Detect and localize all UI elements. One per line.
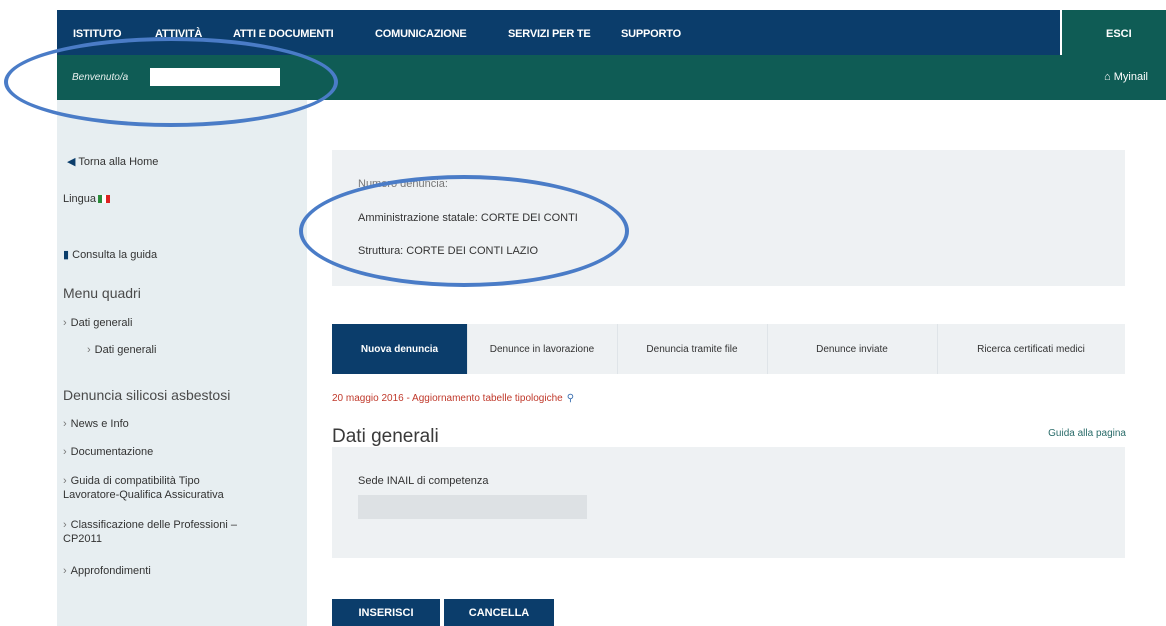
home-link-label: Torna alla Home [78,156,159,168]
inserisci-button[interactable]: INSERISCI [332,599,440,626]
nav-supporto[interactable]: SUPPORTO [621,28,681,40]
nav-istituto[interactable]: ISTITUTO [73,28,122,40]
sidebar-item-compatibilita[interactable]: › Guida di compatibilità Tipo Lavoratore-Q… [63,474,224,502]
sidebar-item-label: Guida di compatibilità Tipo [70,475,200,487]
sede-inail-field[interactable] [358,495,587,519]
tab-denuncia-tramite-file[interactable]: Denuncia tramite file [617,324,768,374]
section-heading-silicosi: Denuncia silicosi asbestosi [63,387,231,403]
dati-generali-form: Sede INAIL di competenza [332,447,1125,558]
chevron-right-icon: › [87,344,91,356]
lingua-label: Lingua [63,193,97,205]
sidebar-lingua[interactable]: Lingua [63,193,111,205]
nav-servizi-per-te[interactable]: SERVIZI PER TE [508,28,591,40]
tab-nuova-denuncia[interactable]: Nuova denuncia [332,324,468,374]
myinail-link[interactable]: ⌂ Myinail [1104,71,1148,83]
esci-label: ESCI [1106,28,1132,40]
sidebar-item-label: Dati generali [70,317,133,329]
page-title: Dati generali [332,426,439,447]
sidebar-item-approfondimenti[interactable]: › Approfondimenti [63,565,151,577]
chevron-right-icon: › [63,418,67,430]
italian-flag-icon [98,195,111,204]
cancella-button[interactable]: CANCELLA [444,599,554,626]
book-icon: ▮ [63,249,70,261]
sidebar: ◀ Torna alla Home Lingua ▮ Consulta la g… [57,100,307,626]
tab-ricerca-certificati[interactable]: Ricerca certificati medici [937,324,1125,374]
chevron-right-icon: › [63,519,67,531]
news-text: 20 maggio 2016 - Aggiornamento tabelle t… [332,393,563,404]
chevron-right-icon: › [63,475,67,487]
news-link[interactable]: 20 maggio 2016 - Aggiornamento tabelle t… [332,393,574,404]
guida-pagina-link[interactable]: Guida alla pagina [1048,428,1126,439]
back-arrow-icon: ◀ [67,156,76,168]
chevron-right-icon: › [63,565,67,577]
sidebar-item-label: Documentazione [70,446,154,458]
chevron-right-icon: › [63,446,67,458]
sidebar-item-label: Dati generali [94,344,157,356]
sidebar-item-documentazione[interactable]: › Documentazione [63,446,153,458]
tab-bar: Nuova denuncia Denunce in lavorazione De… [332,324,1125,374]
tab-denunce-inviate[interactable]: Denunce inviate [767,324,938,374]
myinail-label: Myinail [1113,71,1148,83]
nav-atti-documenti[interactable]: ATTI E DOCUMENTI [233,28,334,40]
annotation-oval-info [299,175,629,287]
sidebar-subitem-dati-generali[interactable]: › Dati generali [87,344,156,356]
sidebar-item-classificazione[interactable]: › Classificazione delle Professioni – CP20… [63,518,237,546]
sidebar-item-label: News e Info [70,418,129,430]
guida-label: Consulta la guida [72,249,158,261]
nav-comunicazione[interactable]: COMUNICAZIONE [375,28,467,40]
sidebar-guida-link[interactable]: ▮ Consulta la guida [63,248,157,261]
sidebar-item-dati-generali[interactable]: › Dati generali [63,317,132,329]
chevron-right-icon: › [63,317,67,329]
sede-inail-label: Sede INAIL di competenza [358,475,489,487]
sidebar-home-link[interactable]: ◀ Torna alla Home [67,155,158,168]
sidebar-item-label: Classificazione delle Professioni – [70,519,237,531]
home-icon: ⌂ [1104,71,1111,83]
search-icon: ⚲ [566,393,575,404]
esci-button[interactable]: ESCI [1062,10,1166,55]
sidebar-item-label: CP2011 [63,533,102,545]
annotation-oval-welcome [4,37,338,127]
sidebar-item-label: Lavoratore-Qualifica Assicurativa [63,489,224,501]
menu-quadri-heading: Menu quadri [63,285,141,301]
sidebar-item-label: Approfondimenti [70,565,151,577]
sidebar-item-news[interactable]: › News e Info [63,418,129,430]
tab-denunce-lavorazione[interactable]: Denunce in lavorazione [467,324,618,374]
